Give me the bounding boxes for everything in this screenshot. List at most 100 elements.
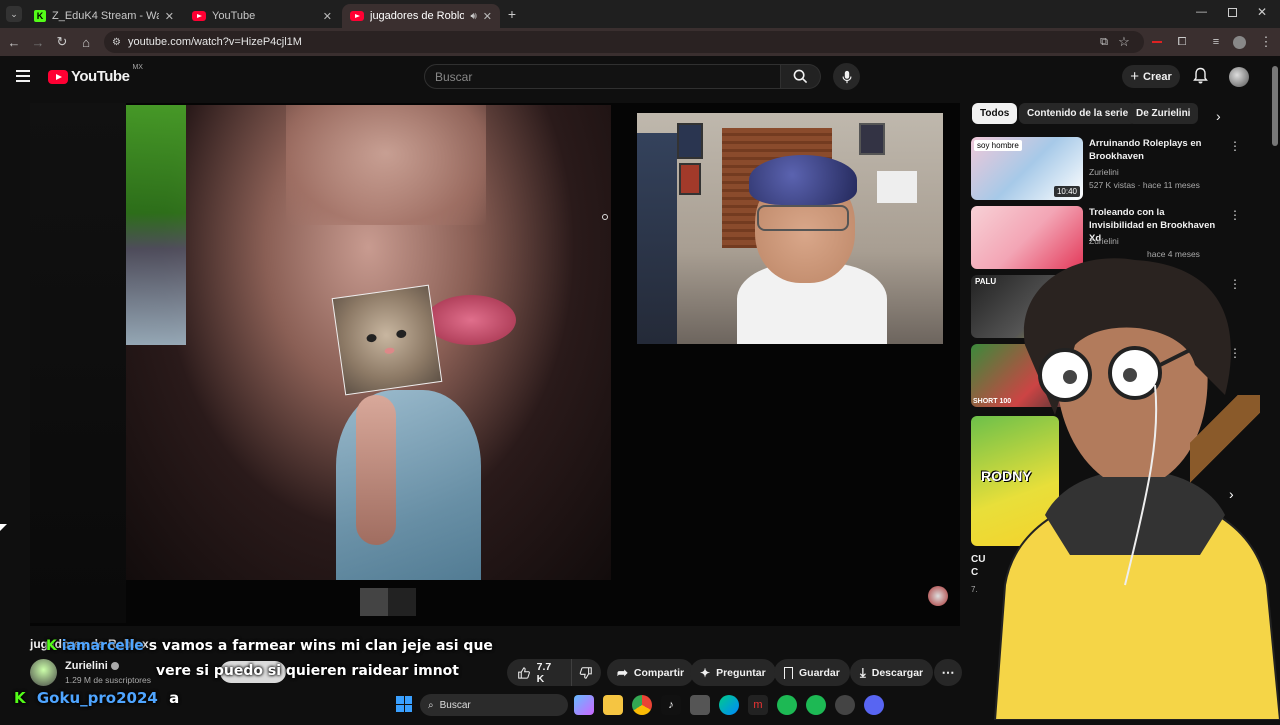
site-info-icon[interactable]: ⚙︎ [112, 37, 121, 48]
app-icon[interactable] [835, 695, 855, 715]
create-label: Crear [1143, 70, 1172, 83]
media-control-icon[interactable]: ≡ [1206, 32, 1226, 52]
window-close-button[interactable]: ✕ [1257, 5, 1267, 19]
short-meta-partial: 7. [971, 585, 978, 594]
chrome-icon[interactable] [632, 695, 652, 715]
browser-tab-active[interactable]: jugadores de Roblox - You 🔊︎ ✕ [342, 4, 500, 28]
search-icon [793, 69, 808, 84]
kick-icon: K [14, 689, 26, 707]
video-thumbnail: soy hombre 10:40 [971, 137, 1083, 200]
recommendation-item[interactable]: soy hombre 10:40 Arruinando Roleplays en… [971, 137, 1241, 200]
channel-avatar[interactable] [30, 659, 57, 686]
share-button[interactable]: ➦ Compartir [607, 659, 695, 686]
account-avatar[interactable] [1229, 67, 1249, 87]
address-bar[interactable]: ⚙︎ youtube.com/watch?v=HizeP4cjl1M [104, 31, 1144, 53]
notifications-bell-icon[interactable] [1192, 67, 1209, 90]
more-vertical-icon[interactable]: ⋮ [1229, 208, 1241, 222]
file-explorer-icon[interactable] [603, 695, 623, 715]
kick-icon: K [46, 638, 57, 654]
plus-icon: + [1130, 68, 1139, 85]
mouse-cursor-icon [0, 524, 7, 531]
copilot-icon[interactable] [574, 695, 594, 715]
app-icon[interactable]: m [748, 695, 768, 715]
settings-dot-icon [602, 214, 608, 220]
youtube-icon [192, 11, 206, 21]
speaker-icon[interactable]: 🔊︎ [470, 11, 476, 22]
browser-menu-icon[interactable]: ⋮ [1256, 32, 1276, 52]
more-horizontal-icon: ⋯ [941, 664, 955, 680]
more-actions-button[interactable]: ⋯ [934, 659, 962, 686]
thumbnail-text: soy hombre [974, 140, 1022, 151]
share-label: Compartir [633, 666, 685, 679]
bookmark-star-icon[interactable]: ☆ [1114, 32, 1134, 52]
channel-watermark-icon[interactable] [928, 586, 948, 606]
scrollbar[interactable] [1272, 60, 1278, 690]
browser-tab-youtube[interactable]: YouTube ✕ [184, 4, 340, 28]
recommendation-channel: Zurielini [1089, 167, 1119, 177]
video-photo-frame [126, 105, 611, 580]
window-minimize-button[interactable]: — [1196, 6, 1207, 18]
back-icon[interactable]: ← [4, 32, 24, 52]
search-button[interactable] [781, 64, 821, 89]
minecraft-icon[interactable] [690, 695, 710, 715]
chat-username: Goku_pro2024 [36, 689, 158, 707]
profile-avatar[interactable] [1233, 36, 1246, 49]
forward-icon[interactable]: → [28, 32, 48, 52]
taskbar-search[interactable]: ⌕ Buscar [420, 694, 568, 716]
download-button[interactable]: ⤓ Descargar [850, 659, 934, 686]
search-input[interactable]: Buscar [424, 64, 781, 89]
windows-start-icon[interactable] [396, 696, 412, 712]
subscriber-count: 1.29 M de suscriptores [65, 675, 151, 685]
create-button[interactable]: + Crear [1122, 65, 1180, 88]
chips-next-icon[interactable]: › [1216, 108, 1221, 124]
like-button[interactable]: 7.7 K [507, 659, 571, 686]
voice-search-button[interactable] [833, 63, 860, 90]
new-tab-button[interactable]: + [504, 6, 520, 22]
share-icon: ➦ [617, 664, 628, 680]
kick-icon: K [34, 10, 46, 22]
save-button[interactable]: Guardar [774, 659, 850, 686]
chip-todos[interactable]: Todos [972, 103, 1018, 124]
download-label: Descargar [871, 666, 924, 679]
youtube-logo[interactable]: YouTube MX [48, 64, 143, 85]
more-vertical-icon[interactable]: ⋮ [1229, 139, 1241, 153]
discord-icon[interactable] [864, 695, 884, 715]
vtuber-avatar [985, 255, 1280, 721]
home-icon[interactable]: ⌂ [76, 32, 96, 52]
extension-red-icon[interactable] [1152, 41, 1162, 43]
save-label: Guardar [799, 666, 840, 679]
close-tab-icon[interactable]: ✕ [165, 10, 174, 23]
close-tab-icon[interactable]: ✕ [483, 10, 492, 23]
video-player[interactable] [30, 103, 960, 626]
chip-series[interactable]: Contenido de la serie [1019, 103, 1137, 124]
ask-button[interactable]: ✦ Preguntar [690, 659, 776, 686]
install-app-icon[interactable]: ⧉ [1094, 32, 1114, 52]
dislike-button[interactable] [571, 659, 601, 686]
browser-tab-kick[interactable]: K Z_EduK4 Stream - Watch Live o ✕ [26, 4, 182, 28]
close-tab-icon[interactable]: ✕ [323, 10, 332, 23]
spotify-icon[interactable] [777, 695, 797, 715]
like-count: 7.7 K [536, 660, 552, 685]
chip-channel[interactable]: De Zurielini [1128, 103, 1199, 124]
window-maximize-button[interactable] [1228, 8, 1237, 17]
chat-username: iamarcelle [61, 638, 144, 654]
edge-icon[interactable] [719, 695, 739, 715]
channel-name[interactable]: Zurielini [65, 660, 119, 672]
reload-icon[interactable]: ↻ [52, 32, 72, 52]
tab-search-button[interactable]: ⌄ [6, 6, 22, 22]
cat-sticker [331, 284, 443, 396]
youtube-play-icon [48, 69, 68, 84]
channel-name-text: Zurielini [65, 660, 108, 672]
extensions-icon[interactable]: ⧠ [1172, 32, 1192, 52]
tab-title: jugadores de Roblox - You [370, 10, 465, 22]
microphone-icon [841, 70, 852, 83]
hamburger-menu-icon[interactable] [16, 70, 30, 82]
short-title-partial: CU C [971, 554, 986, 578]
tiktok-icon[interactable]: ♪ [661, 695, 681, 715]
youtube-icon [350, 11, 364, 21]
chip-label: Todos [980, 108, 1010, 119]
spotify-icon[interactable] [806, 695, 826, 715]
chat-message: K iamarcelle s vamos a farmear wins mi c… [32, 638, 493, 654]
download-icon: ⤓ [860, 664, 866, 680]
url-text: youtube.com/watch?v=HizeP4cjl1M [128, 36, 302, 48]
